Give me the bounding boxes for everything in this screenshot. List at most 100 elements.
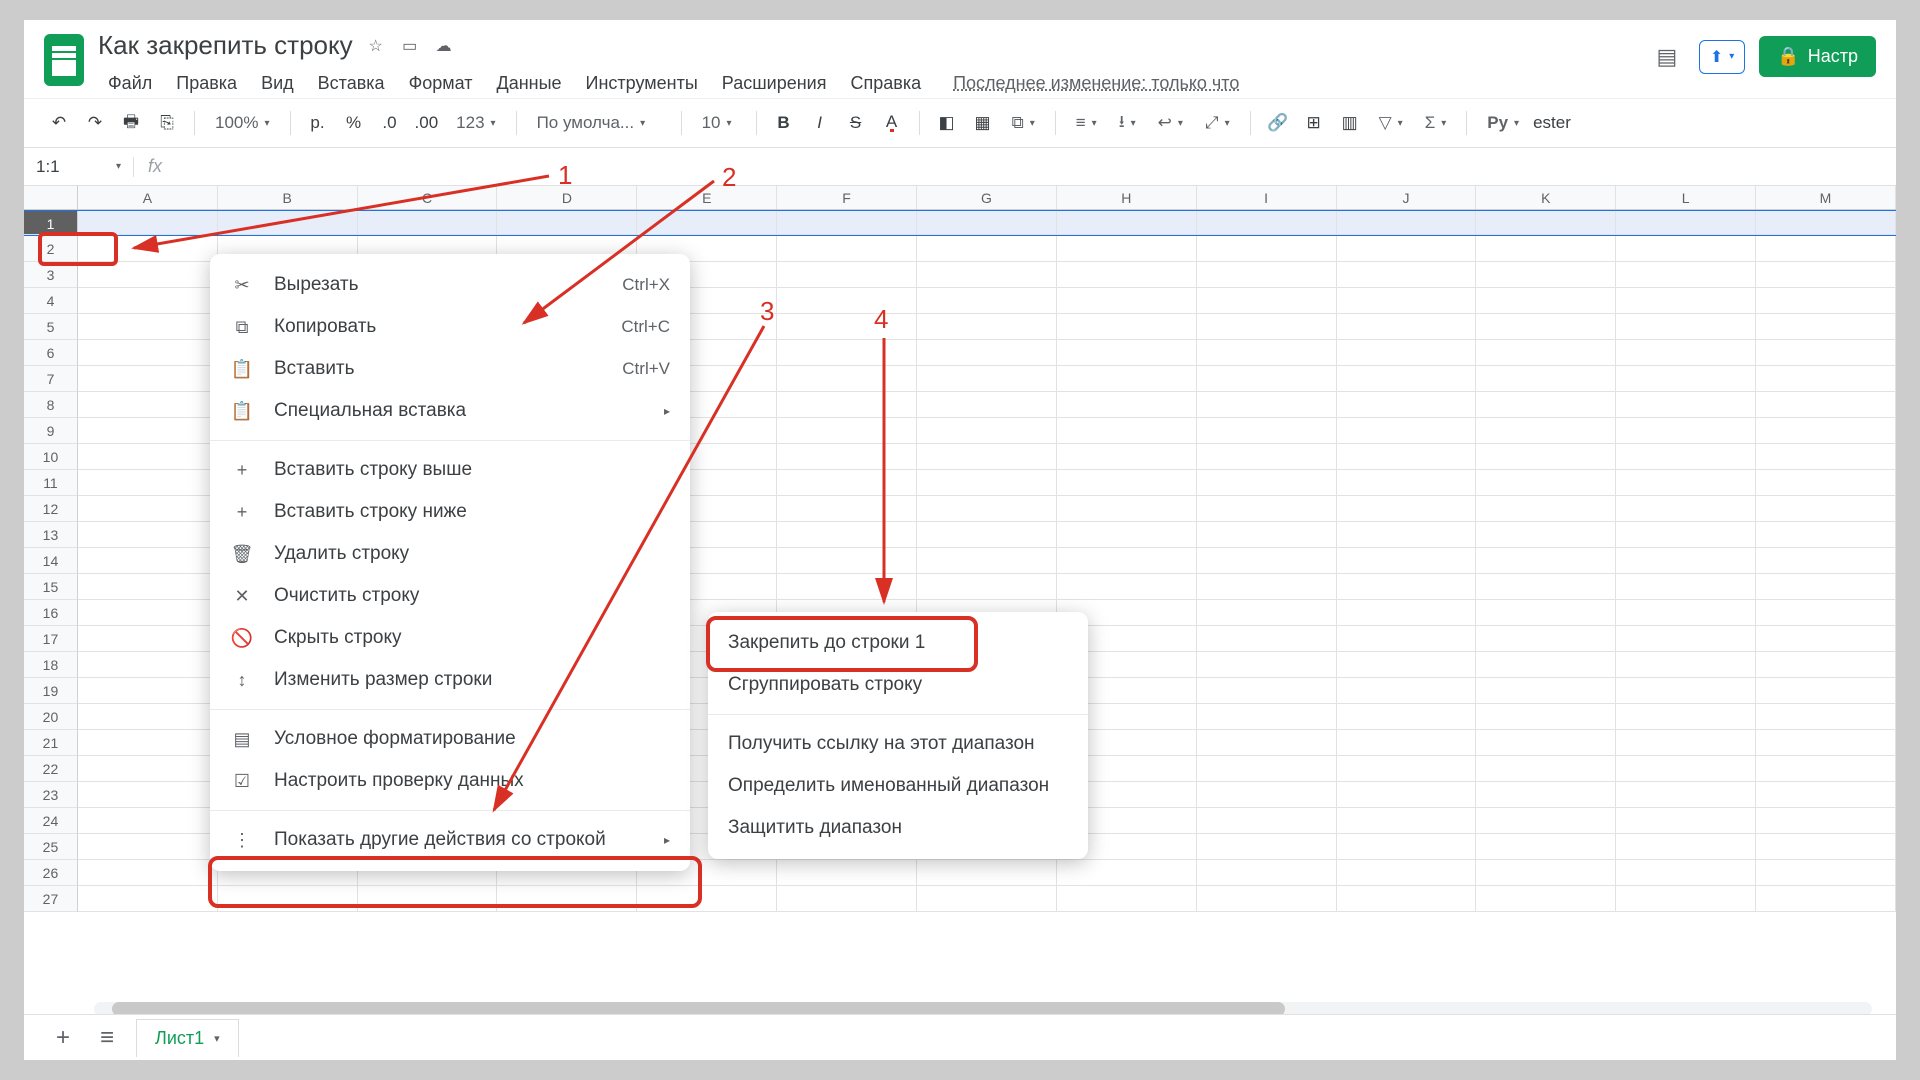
cell-K13[interactable] bbox=[1476, 522, 1616, 548]
cell-B1[interactable] bbox=[218, 211, 358, 235]
cell-L5[interactable] bbox=[1616, 314, 1756, 340]
row-header-7[interactable]: 7 bbox=[24, 366, 78, 392]
ctx-data-validation[interactable]: ☑Настроить проверку данных bbox=[210, 760, 690, 802]
currency-button[interactable]: р. bbox=[303, 107, 333, 139]
cell-L21[interactable] bbox=[1616, 730, 1756, 756]
cell-L22[interactable] bbox=[1616, 756, 1756, 782]
cell-J21[interactable] bbox=[1337, 730, 1477, 756]
cell-I18[interactable] bbox=[1197, 652, 1337, 678]
cell-L15[interactable] bbox=[1616, 574, 1756, 600]
row-header-16[interactable]: 16 bbox=[24, 600, 78, 626]
menu-view[interactable]: Вид bbox=[251, 69, 304, 98]
halign-dropdown[interactable]: ≡▾ bbox=[1068, 113, 1105, 133]
cell-J7[interactable] bbox=[1337, 366, 1477, 392]
cell-M12[interactable] bbox=[1756, 496, 1896, 522]
cell-K18[interactable] bbox=[1476, 652, 1616, 678]
cell-M1[interactable] bbox=[1756, 211, 1896, 235]
cell-J10[interactable] bbox=[1337, 444, 1477, 470]
col-header-G[interactable]: G bbox=[917, 186, 1057, 209]
valign-dropdown[interactable]: ⭳▾ bbox=[1111, 109, 1144, 138]
cell-F3[interactable] bbox=[777, 262, 917, 288]
cell-M6[interactable] bbox=[1756, 340, 1896, 366]
cell-I20[interactable] bbox=[1197, 704, 1337, 730]
cell-I21[interactable] bbox=[1197, 730, 1337, 756]
ctx-conditional-format[interactable]: ▤Условное форматирование bbox=[210, 718, 690, 760]
cell-E1[interactable] bbox=[637, 211, 777, 235]
cell-J22[interactable] bbox=[1337, 756, 1477, 782]
cell-K8[interactable] bbox=[1476, 392, 1616, 418]
cell-H27[interactable] bbox=[1057, 886, 1197, 912]
cell-J4[interactable] bbox=[1337, 288, 1477, 314]
cell-F6[interactable] bbox=[777, 340, 917, 366]
cell-L10[interactable] bbox=[1616, 444, 1756, 470]
zoom-dropdown[interactable]: 100%▾ bbox=[207, 113, 278, 133]
cell-H7[interactable] bbox=[1057, 366, 1197, 392]
cell-D1[interactable] bbox=[497, 211, 637, 235]
cell-I1[interactable] bbox=[1197, 211, 1337, 235]
menu-tools[interactable]: Инструменты bbox=[576, 69, 708, 98]
cell-M2[interactable] bbox=[1756, 236, 1896, 262]
italic-button[interactable]: I bbox=[805, 107, 835, 139]
cell-I22[interactable] bbox=[1197, 756, 1337, 782]
cell-M13[interactable] bbox=[1756, 522, 1896, 548]
cell-I25[interactable] bbox=[1197, 834, 1337, 860]
percent-button[interactable]: % bbox=[339, 107, 369, 139]
cell-L12[interactable] bbox=[1616, 496, 1756, 522]
ctx-hide-row[interactable]: 🚫Скрыть строку bbox=[210, 617, 690, 659]
cell-G8[interactable] bbox=[917, 392, 1057, 418]
cell-J1[interactable] bbox=[1337, 211, 1477, 235]
comment-icon[interactable]: ⊞ bbox=[1299, 107, 1329, 139]
row-header-6[interactable]: 6 bbox=[24, 340, 78, 366]
col-header-H[interactable]: H bbox=[1057, 186, 1197, 209]
cell-L1[interactable] bbox=[1616, 211, 1756, 235]
cell-I26[interactable] bbox=[1197, 860, 1337, 886]
col-header-J[interactable]: J bbox=[1337, 186, 1477, 209]
wrap-dropdown[interactable]: ↩▾ bbox=[1150, 113, 1191, 133]
cell-M14[interactable] bbox=[1756, 548, 1896, 574]
cell-G6[interactable] bbox=[917, 340, 1057, 366]
cell-L6[interactable] bbox=[1616, 340, 1756, 366]
cell-F13[interactable] bbox=[777, 522, 917, 548]
cell-M18[interactable] bbox=[1756, 652, 1896, 678]
cell-A15[interactable] bbox=[78, 574, 218, 600]
row-header-9[interactable]: 9 bbox=[24, 418, 78, 444]
cell-K9[interactable] bbox=[1476, 418, 1616, 444]
cell-J13[interactable] bbox=[1337, 522, 1477, 548]
cell-J2[interactable] bbox=[1337, 236, 1477, 262]
cell-M7[interactable] bbox=[1756, 366, 1896, 392]
cell-J23[interactable] bbox=[1337, 782, 1477, 808]
menu-help[interactable]: Справка bbox=[840, 69, 931, 98]
menu-extensions[interactable]: Расширения bbox=[712, 69, 837, 98]
cell-F2[interactable] bbox=[777, 236, 917, 262]
cell-G4[interactable] bbox=[917, 288, 1057, 314]
doc-title[interactable]: Как закрепить строку bbox=[98, 30, 353, 61]
col-header-K[interactable]: K bbox=[1476, 186, 1616, 209]
cell-J27[interactable] bbox=[1337, 886, 1477, 912]
cell-A10[interactable] bbox=[78, 444, 218, 470]
cell-L7[interactable] bbox=[1616, 366, 1756, 392]
cell-M10[interactable] bbox=[1756, 444, 1896, 470]
ctx-copy[interactable]: ⧉КопироватьCtrl+C bbox=[210, 306, 690, 348]
chart-icon[interactable]: ▥ bbox=[1335, 107, 1365, 139]
row-header-25[interactable]: 25 bbox=[24, 834, 78, 860]
cell-L13[interactable] bbox=[1616, 522, 1756, 548]
last-modified[interactable]: Последнее изменение: только что bbox=[943, 69, 1249, 98]
cell-A24[interactable] bbox=[78, 808, 218, 834]
menu-edit[interactable]: Правка bbox=[166, 69, 247, 98]
cell-L11[interactable] bbox=[1616, 470, 1756, 496]
cell-H4[interactable] bbox=[1057, 288, 1197, 314]
row-header-27[interactable]: 27 bbox=[24, 886, 78, 912]
cell-J26[interactable] bbox=[1337, 860, 1477, 886]
star-icon[interactable]: ☆ bbox=[365, 35, 387, 57]
select-all-corner[interactable] bbox=[24, 186, 78, 209]
cell-F12[interactable] bbox=[777, 496, 917, 522]
ctx-cut[interactable]: ✂ВырезатьCtrl+X bbox=[210, 264, 690, 306]
cell-M20[interactable] bbox=[1756, 704, 1896, 730]
cell-A5[interactable] bbox=[78, 314, 218, 340]
cell-J12[interactable] bbox=[1337, 496, 1477, 522]
cell-H11[interactable] bbox=[1057, 470, 1197, 496]
cell-K20[interactable] bbox=[1476, 704, 1616, 730]
row-header-11[interactable]: 11 bbox=[24, 470, 78, 496]
cell-A19[interactable] bbox=[78, 678, 218, 704]
cell-I12[interactable] bbox=[1197, 496, 1337, 522]
